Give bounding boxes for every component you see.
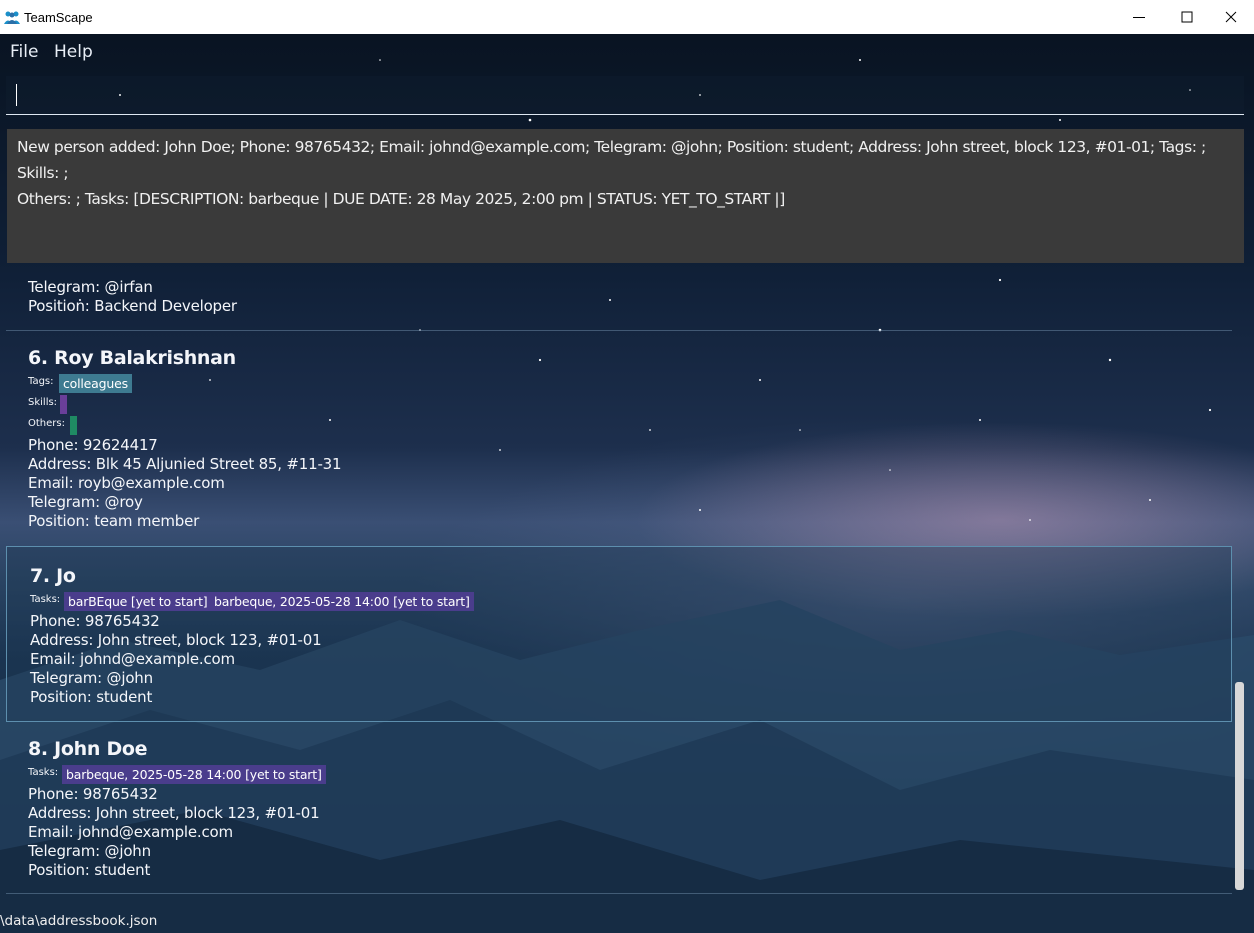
- menu-file[interactable]: File: [10, 42, 38, 62]
- tags-label: Tags:: [28, 376, 54, 387]
- person-name: 7. Jo: [30, 565, 76, 587]
- person-name: 6. Roy Balakrishnan: [28, 347, 236, 369]
- card-divider: [6, 330, 1232, 331]
- close-button[interactable]: [1208, 0, 1254, 34]
- others-label: Others:: [28, 418, 65, 429]
- person-card-7[interactable]: 7. Jo Tasks: barBEque [yet to start] bar…: [6, 546, 1232, 722]
- telegram-text: Telegram: @john: [30, 669, 153, 687]
- skills-label: Skills:: [28, 397, 58, 408]
- telegram-text: Telegram: @irfan: [28, 278, 153, 296]
- result-line-2: Others: ; Tasks: [DESCRIPTION: barbeque …: [17, 190, 785, 208]
- email-text: Email: johnd@example.com: [28, 823, 233, 841]
- position-text: Position: team member: [28, 512, 200, 530]
- tasks-label: Tasks:: [28, 767, 59, 778]
- window-titlebar: TeamScape: [0, 0, 1254, 34]
- telegram-text: Telegram: @john: [28, 842, 151, 860]
- address-text: Address: John street, block 123, #01-01: [28, 804, 320, 822]
- minimize-button[interactable]: [1116, 0, 1162, 34]
- person-name: 8. John Doe: [28, 738, 148, 760]
- phone-text: Phone: 92624417: [28, 436, 158, 454]
- position-text: Position: student: [28, 861, 151, 879]
- result-display: New person added: John Doe; Phone: 98765…: [7, 129, 1244, 263]
- phone-text: Phone: 98765432: [30, 612, 160, 630]
- skills-empty-chip: [60, 395, 67, 414]
- telegram-text: Telegram: @roy: [28, 493, 143, 511]
- list-scrollbar-thumb[interactable]: [1235, 682, 1244, 890]
- menu-bar: [0, 34, 1254, 70]
- menu-help[interactable]: Help: [54, 42, 93, 62]
- window-title: TeamScape: [24, 10, 93, 25]
- maximize-button[interactable]: [1164, 0, 1210, 34]
- task-chip: barbeque, 2025-05-28 14:00 [yet to start…: [62, 765, 326, 784]
- address-text: Address: John street, block 123, #01-01: [30, 631, 322, 649]
- email-text: Email: johnd@example.com: [30, 650, 235, 668]
- maximize-icon: [1181, 11, 1193, 23]
- others-empty-chip: [70, 416, 77, 435]
- team-icon: [4, 11, 20, 24]
- tag-chip: colleagues: [59, 374, 132, 393]
- person-list[interactable]: Telegram: @irfan Position: Backend Devel…: [6, 275, 1232, 895]
- status-bar-path: \data\addressbook.json: [0, 913, 158, 929]
- task-chip: barBEque [yet to start]: [64, 592, 212, 611]
- email-text: Email: royb@example.com: [28, 474, 225, 492]
- close-icon: [1225, 11, 1237, 23]
- minimize-icon: [1133, 17, 1145, 18]
- address-text: Address: Blk 45 Aljunied Street 85, #11-…: [28, 455, 342, 473]
- phone-text: Phone: 98765432: [28, 785, 158, 803]
- result-line-1: New person added: John Doe; Phone: 98765…: [17, 138, 1206, 182]
- card-divider: [6, 893, 1232, 894]
- result-message: New person added: John Doe; Phone: 98765…: [17, 134, 1239, 212]
- task-chip: barbeque, 2025-05-28 14:00 [yet to start…: [210, 592, 474, 611]
- tasks-label: Tasks:: [30, 594, 61, 605]
- position-text: Position: Backend Developer: [28, 297, 237, 315]
- command-input[interactable]: [6, 76, 1244, 115]
- position-text: Position: student: [30, 688, 153, 706]
- text-cursor: [16, 84, 17, 106]
